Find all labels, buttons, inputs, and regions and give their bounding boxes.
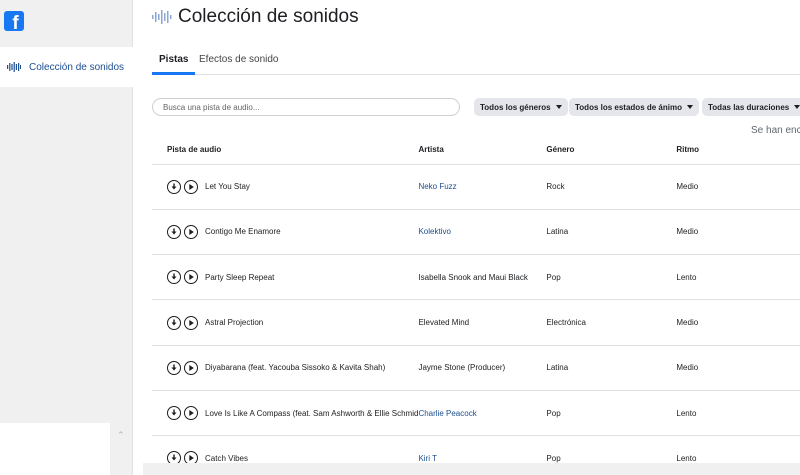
track-name: Contigo Me Enamore — [205, 227, 281, 237]
table-row[interactable]: Astral Projection Elevated Mind Electrónic… — [152, 299, 800, 346]
artist-cell: Jayme Stone (Producer) — [418, 345, 547, 391]
track-name: Party Sleep Repeat — [205, 272, 275, 282]
download-icon[interactable] — [167, 406, 181, 421]
table-row[interactable]: Let You Stay Neko Fuzz Rock Medio — [152, 164, 800, 210]
filter-label: Todas las duraciones — [708, 102, 790, 112]
play-icon[interactable] — [184, 406, 198, 421]
sound-wave-icon — [152, 10, 172, 24]
table-row[interactable]: Diyabarana (feat. Yacouba Sissoko & Kavi… — [152, 345, 800, 391]
genre-cell: Electrónica — [546, 299, 677, 346]
tempo-cell: Lento — [676, 390, 800, 437]
track-cell: Party Sleep Repeat — [152, 254, 419, 301]
artist-cell: Neko Fuzz — [418, 164, 547, 210]
genre-cell: Rock — [546, 164, 677, 210]
tempo-cell: Medio — [676, 209, 800, 256]
artist-cell: Charlie Peacock — [418, 390, 547, 437]
artist-name: Jayme Stone (Producer) — [418, 363, 506, 373]
mood-filter-dropdown[interactable]: Todos los estados de ánimo — [569, 98, 699, 116]
filter-label: Todos los estados de ánimo — [575, 102, 682, 112]
caret-down-icon — [686, 105, 693, 109]
tracks-table: Pista de audio Artista Género Ritmo Let … — [152, 136, 800, 475]
column-header-artist[interactable]: Artista — [418, 136, 547, 165]
tempo-cell: Medio — [676, 164, 800, 210]
download-icon[interactable] — [167, 315, 181, 330]
download-icon[interactable] — [167, 224, 181, 239]
caret-down-icon — [794, 105, 800, 109]
sidebar-item-label: Colección de sonidos — [29, 61, 125, 73]
tempo-cell: Medio — [676, 345, 800, 391]
sidebar: f Colección de sonidos ⌃ — [0, 0, 133, 475]
track-cell: Love Is Like A Compass (feat. Sam Ashwor… — [152, 390, 419, 437]
play-icon[interactable] — [184, 360, 198, 375]
caret-down-icon — [555, 105, 562, 109]
tempo-cell: Medio — [676, 299, 800, 346]
sound-wave-icon — [7, 62, 21, 72]
play-icon[interactable] — [184, 224, 198, 239]
download-icon[interactable] — [167, 270, 181, 285]
facebook-logo-icon[interactable]: f — [4, 11, 24, 31]
track-name: Love Is Like A Compass (feat. Sam Ashwor… — [205, 408, 419, 418]
duration-filter-dropdown[interactable]: Todas las duraciones — [702, 98, 800, 116]
play-icon[interactable] — [184, 179, 198, 194]
page-header: Colección de sonidos — [152, 6, 359, 28]
track-name: Let You Stay — [205, 182, 250, 192]
table-row[interactable]: Party Sleep Repeat Isabella Snook and Mau… — [152, 254, 800, 301]
track-cell: Let You Stay — [152, 164, 419, 210]
tab-bar: Pistas Efectos de sonido — [152, 48, 800, 75]
results-count-text: Se han enc — [751, 125, 800, 136]
tab-tracks[interactable]: Pistas — [152, 54, 196, 75]
track-cell: Diyabarana (feat. Yacouba Sissoko & Kavi… — [152, 345, 419, 391]
table-row[interactable]: Contigo Me Enamore Kolektivo Latina Medio — [152, 209, 800, 256]
search-input[interactable] — [152, 98, 460, 116]
artist-cell: Kolektivo — [418, 209, 547, 256]
table-header-row: Pista de audio Artista Género Ritmo — [152, 136, 800, 165]
artist-name[interactable]: Charlie Peacock — [418, 409, 476, 418]
download-icon[interactable] — [167, 360, 181, 375]
track-cell: Contigo Me Enamore — [152, 209, 419, 256]
track-cell: Astral Projection — [152, 299, 419, 346]
sidebar-bottom-panel — [0, 423, 110, 475]
track-name: Astral Projection — [205, 318, 264, 328]
genre-cell: Pop — [546, 254, 677, 301]
page-title: Colección de sonidos — [178, 6, 359, 27]
artist-name: Elevated Mind — [418, 318, 470, 328]
horizontal-scrollbar[interactable] — [143, 463, 800, 475]
main-content: Colección de sonidos Pistas Efectos de s… — [133, 0, 800, 475]
genre-cell: Pop — [546, 390, 677, 437]
artist-name[interactable]: Kolektivo — [418, 227, 450, 236]
column-header-genre[interactable]: Género — [546, 136, 677, 165]
play-icon[interactable] — [184, 270, 198, 285]
artist-name: Isabella Snook and Maui Black — [418, 272, 528, 282]
column-header-track[interactable]: Pista de audio — [152, 136, 419, 165]
artist-cell: Isabella Snook and Maui Black — [418, 254, 547, 301]
sidebar-item-sound-collection[interactable]: Colección de sonidos — [0, 47, 133, 87]
filter-label: Todos los géneros — [480, 102, 551, 112]
artist-name[interactable]: Neko Fuzz — [418, 182, 456, 191]
download-icon[interactable] — [167, 179, 181, 194]
play-icon[interactable] — [184, 315, 198, 330]
tempo-cell: Lento — [676, 254, 800, 301]
genre-cell: Latina — [546, 345, 677, 391]
track-name: Diyabarana (feat. Yacouba Sissoko & Kavi… — [205, 363, 386, 373]
track-name: Catch Vibes — [205, 453, 248, 463]
table-row[interactable]: Love Is Like A Compass (feat. Sam Ashwor… — [152, 390, 800, 437]
artist-cell: Elevated Mind — [418, 299, 547, 346]
artist-name[interactable]: Kiri T — [418, 454, 437, 463]
column-header-tempo[interactable]: Ritmo — [676, 136, 800, 165]
genre-filter-dropdown[interactable]: Todos los géneros — [474, 98, 568, 116]
genre-cell: Latina — [546, 209, 677, 256]
tab-sound-effects[interactable]: Efectos de sonido — [199, 54, 279, 75]
chevron-up-icon[interactable]: ⌃ — [117, 430, 125, 441]
